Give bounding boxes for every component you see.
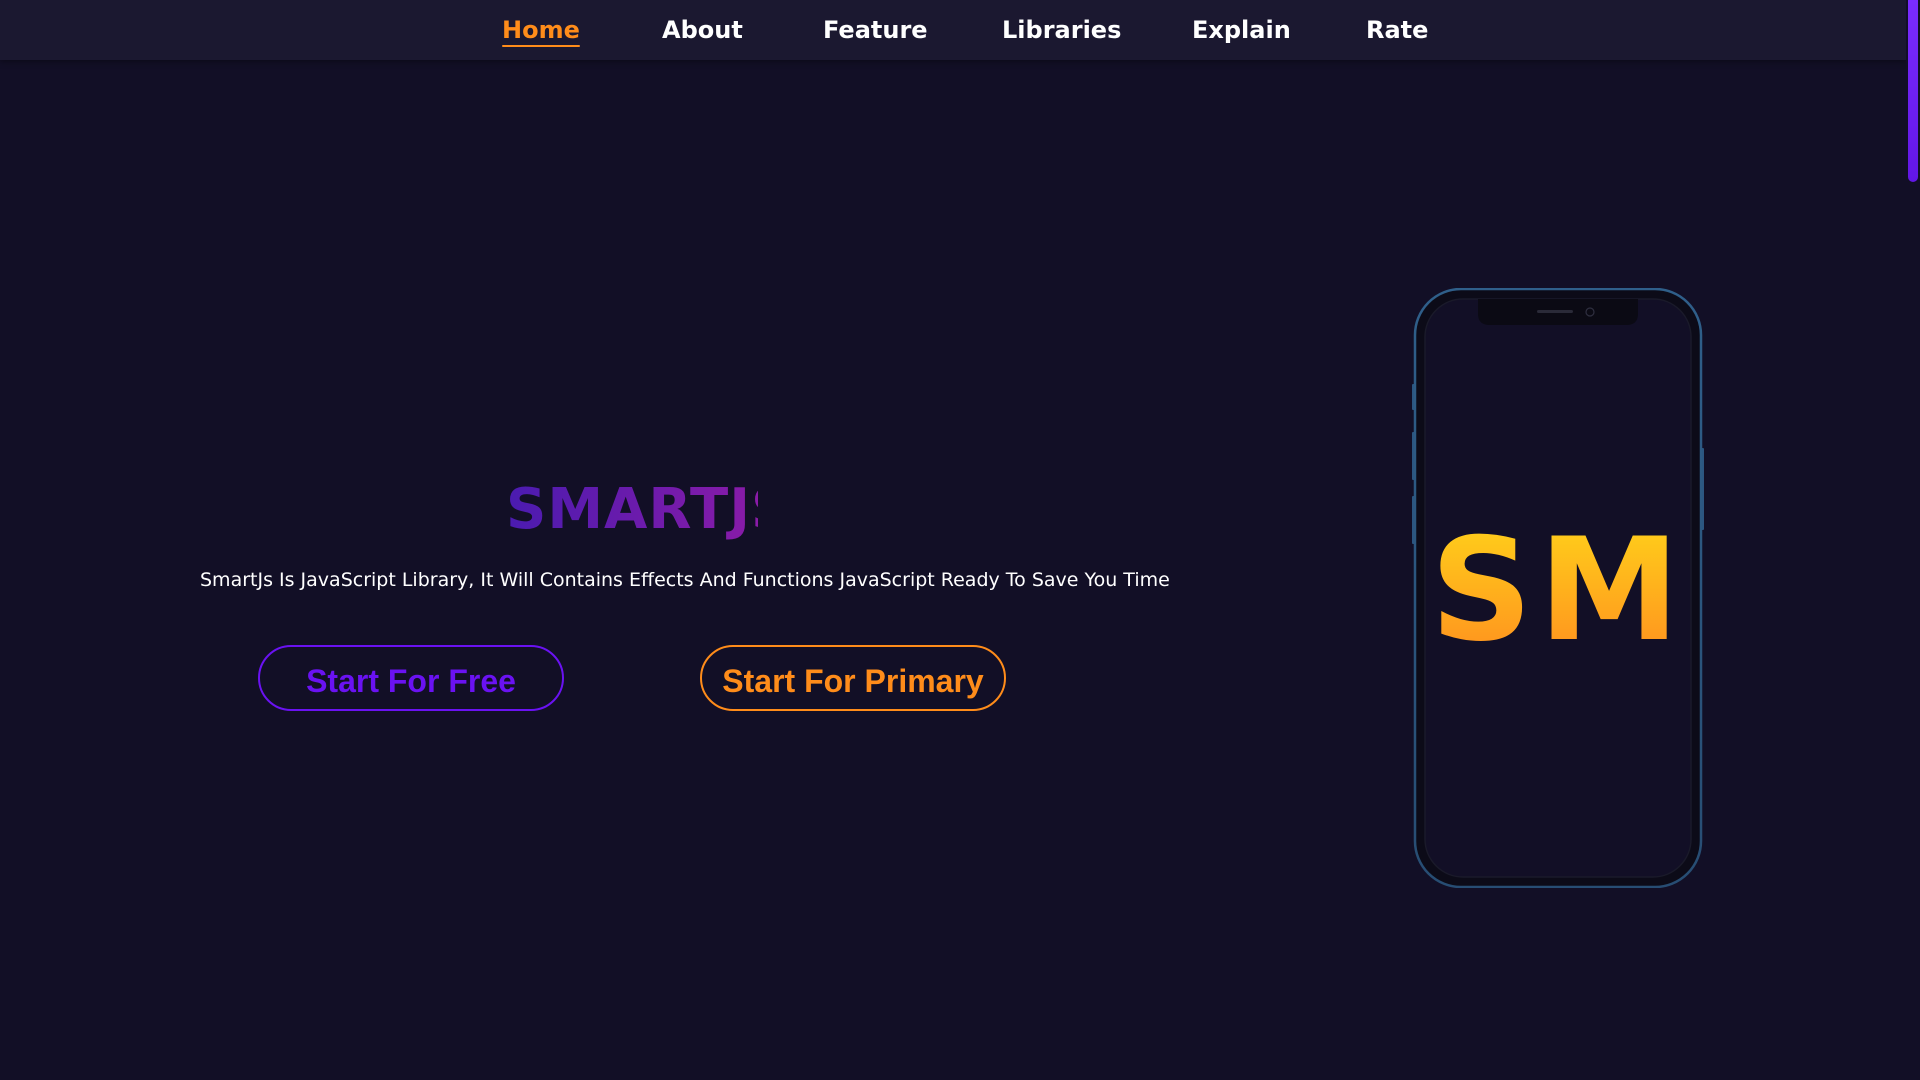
hero-title: SMARTJS (506, 477, 793, 542)
nav-link-libraries-label: Libraries (1002, 16, 1122, 44)
nav-active-underline (502, 45, 580, 47)
nav-link-about[interactable]: About (662, 14, 743, 46)
nav-link-home-label: Home (502, 16, 580, 44)
page-scrollbar[interactable] (1906, 0, 1920, 1080)
nav-link-about-label: About (662, 16, 743, 44)
top-navbar: Home About Feature Libraries Explain Rat… (0, 0, 1906, 60)
nav-link-feature[interactable]: Feature (823, 14, 928, 46)
phone-mockup: SM (1412, 288, 1704, 888)
landing-page: Home About Feature Libraries Explain Rat… (0, 0, 1920, 1080)
scrollbar-thumb[interactable] (1908, 0, 1918, 182)
phone-screen-logo: SM (1412, 516, 1704, 666)
nav-link-rate-label: Rate (1366, 16, 1429, 44)
start-for-primary-button[interactable]: Start For Primary (700, 645, 1006, 711)
nav-link-libraries[interactable]: Libraries (1002, 14, 1121, 46)
nav-link-home[interactable]: Home (502, 14, 580, 47)
nav-link-explain-label: Explain (1192, 16, 1291, 44)
nav-link-explain[interactable]: Explain (1192, 14, 1291, 46)
hero-description: SmartJs Is JavaScript Library, It Will C… (200, 569, 1170, 591)
start-for-free-button[interactable]: Start For Free (258, 645, 564, 711)
nav-link-rate[interactable]: Rate (1366, 14, 1428, 46)
nav-link-feature-label: Feature (823, 16, 928, 44)
